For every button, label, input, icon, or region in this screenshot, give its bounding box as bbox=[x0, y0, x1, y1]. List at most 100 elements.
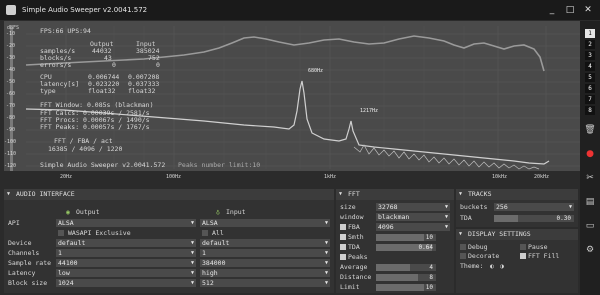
fft-line: FFT Window: 0.085s (blackman) bbox=[40, 101, 154, 109]
track-button-6[interactable]: 6 bbox=[585, 84, 595, 93]
chevron-down-icon: ▼ bbox=[324, 280, 328, 286]
fft-window-select[interactable]: blackman ▼ bbox=[376, 213, 450, 221]
fft-size-select[interactable]: 32768 ▼ bbox=[376, 203, 450, 211]
decorate-checkbox[interactable] bbox=[460, 253, 466, 259]
output-column-label: Output bbox=[76, 208, 100, 216]
smooth-slider[interactable]: 10 bbox=[376, 234, 436, 241]
debug-checkbox[interactable] bbox=[460, 244, 466, 250]
average-value: 4 bbox=[429, 264, 433, 271]
chevron-down-icon: ▼ bbox=[324, 220, 328, 226]
y-tick: -10 bbox=[6, 31, 16, 37]
spectrum-plot[interactable]: dBFS -10 -20 -30 -40 -50 -60 -70 -80 -90… bbox=[4, 21, 580, 171]
fft-fill-checkbox[interactable] bbox=[520, 253, 526, 259]
api-input-select[interactable]: ALSA ▼ bbox=[200, 219, 330, 227]
chevron-down-icon: ▼ bbox=[190, 240, 194, 246]
display-settings-panel: ▼ DISPLAY SETTINGS Debug Pause Decorate … bbox=[456, 229, 578, 293]
block-size-input-select[interactable]: 512 ▼ bbox=[200, 279, 330, 287]
block-size-input-value: 512 bbox=[202, 279, 214, 287]
track-button-3[interactable]: 3 bbox=[585, 51, 595, 60]
chevron-down-icon: ▼ bbox=[444, 224, 448, 230]
slider-fill bbox=[376, 234, 424, 241]
sample-rate-input-select[interactable]: 384000 ▼ bbox=[200, 259, 330, 267]
theme-mode-icon[interactable]: ◑ bbox=[500, 262, 504, 270]
buckets-select[interactable]: 256 ▼ bbox=[494, 203, 574, 211]
fba-select[interactable]: 4096 ▼ bbox=[376, 223, 450, 231]
block-size-output-select[interactable]: 1024 ▼ bbox=[56, 279, 196, 287]
maximize-button[interactable]: □ bbox=[564, 4, 576, 16]
fba-checkbox[interactable] bbox=[340, 224, 346, 230]
peaks-checkbox[interactable] bbox=[340, 254, 346, 260]
timing-output: float32 bbox=[88, 87, 116, 95]
y-tick: -30 bbox=[6, 55, 16, 61]
pause-checkbox[interactable] bbox=[520, 244, 526, 250]
api-output-select[interactable]: ALSA ▼ bbox=[56, 219, 196, 227]
y-tick: -40 bbox=[6, 67, 16, 73]
latency-input-select[interactable]: high ▼ bbox=[200, 269, 330, 277]
track-button-2[interactable]: 2 bbox=[585, 40, 595, 49]
track-button-7[interactable]: 7 bbox=[585, 95, 595, 104]
save-icon[interactable]: ▤ bbox=[584, 196, 596, 208]
chevron-down-icon: ▼ bbox=[444, 214, 448, 220]
tracks-tda-slider[interactable]: 0.30 bbox=[494, 215, 574, 222]
peaks-label: Peaks bbox=[348, 253, 368, 261]
channels-output-value: 1 bbox=[58, 249, 62, 257]
fft-panel-header[interactable]: ▼ FFT bbox=[336, 189, 454, 200]
latency-input-value: high bbox=[202, 269, 218, 277]
window-title: Simple Audio Sweeper v2.0041.572 bbox=[22, 6, 148, 14]
speaker-icon: ◉ bbox=[66, 208, 70, 216]
chevron-down-icon: ▼ bbox=[568, 204, 572, 210]
fft-panel-title: FFT bbox=[348, 190, 360, 198]
device-input-value: default bbox=[202, 239, 230, 247]
device-output-value: default bbox=[58, 239, 86, 247]
stat-label: errors/s bbox=[40, 61, 72, 69]
y-tick: -60 bbox=[6, 91, 16, 97]
minimize-button[interactable]: _ bbox=[546, 4, 558, 16]
sample-rate-input-value: 384000 bbox=[202, 259, 226, 267]
lightbulb-icon[interactable]: ◐ bbox=[490, 262, 494, 270]
distance-slider[interactable]: 8 bbox=[376, 274, 436, 281]
channels-input-select[interactable]: 1 ▼ bbox=[200, 249, 330, 257]
track-button-8[interactable]: 8 bbox=[585, 106, 595, 115]
tools-icon[interactable]: ✂ bbox=[584, 172, 596, 184]
tda-checkbox[interactable] bbox=[340, 244, 346, 250]
peak-label: 1217Hz bbox=[360, 108, 379, 114]
tracks-panel-header[interactable]: ▼ TRACKS bbox=[456, 189, 578, 200]
sample-rate-output-select[interactable]: 44100 ▼ bbox=[56, 259, 196, 267]
display-panel-header[interactable]: ▼ DISPLAY SETTINGS bbox=[456, 229, 578, 240]
all-devices-checkbox[interactable] bbox=[202, 230, 208, 236]
device-input-select[interactable]: default ▼ bbox=[200, 239, 330, 247]
buckets-label: buckets bbox=[460, 203, 488, 211]
x-tick: 100Hz bbox=[166, 174, 182, 180]
display-panel-title: DISPLAY SETTINGS bbox=[468, 230, 531, 238]
close-button[interactable]: ✕ bbox=[582, 4, 594, 16]
chevron-down-icon: ▼ bbox=[190, 250, 194, 256]
wasapi-exclusive-checkbox[interactable] bbox=[58, 230, 64, 236]
block-size-output-value: 1024 bbox=[58, 279, 74, 287]
audio-panel-header[interactable]: ▼ AUDIO INTERFACE bbox=[4, 189, 334, 200]
chevron-down-icon: ▼ bbox=[444, 204, 448, 210]
settings-icon[interactable]: ⚙ bbox=[584, 244, 596, 256]
track-button-4[interactable]: 4 bbox=[585, 62, 595, 71]
api-input-value: ALSA bbox=[202, 219, 218, 227]
average-slider[interactable]: 4 bbox=[376, 264, 436, 271]
peak-label: 680Hz bbox=[308, 68, 324, 74]
track-button-1[interactable]: 1 bbox=[585, 29, 595, 38]
latency-output-select[interactable]: low ▼ bbox=[56, 269, 196, 277]
footer-title: Simple Audio Sweeper v2.0041.572 bbox=[40, 161, 166, 169]
tda-slider[interactable]: 0.64 bbox=[376, 244, 436, 251]
collapse-icon: ▼ bbox=[459, 191, 463, 197]
pause-label: Pause bbox=[528, 243, 548, 251]
peaks-info: Peaks number limit:10 bbox=[178, 161, 261, 169]
limit-slider[interactable]: 10 bbox=[376, 284, 436, 291]
smooth-checkbox[interactable] bbox=[340, 234, 346, 240]
tracks-panel-title: TRACKS bbox=[468, 190, 492, 198]
trash-icon[interactable]: 🗑 bbox=[584, 124, 596, 136]
channels-output-select[interactable]: 1 ▼ bbox=[56, 249, 196, 257]
tda-value: 0.64 bbox=[418, 244, 433, 251]
smooth-label: Smth bbox=[348, 233, 364, 241]
chevron-down-icon: ▼ bbox=[324, 250, 328, 256]
record-icon[interactable]: ● bbox=[584, 148, 596, 160]
open-icon[interactable]: ▭ bbox=[584, 220, 596, 232]
device-output-select[interactable]: default ▼ bbox=[56, 239, 196, 247]
track-button-5[interactable]: 5 bbox=[585, 73, 595, 82]
